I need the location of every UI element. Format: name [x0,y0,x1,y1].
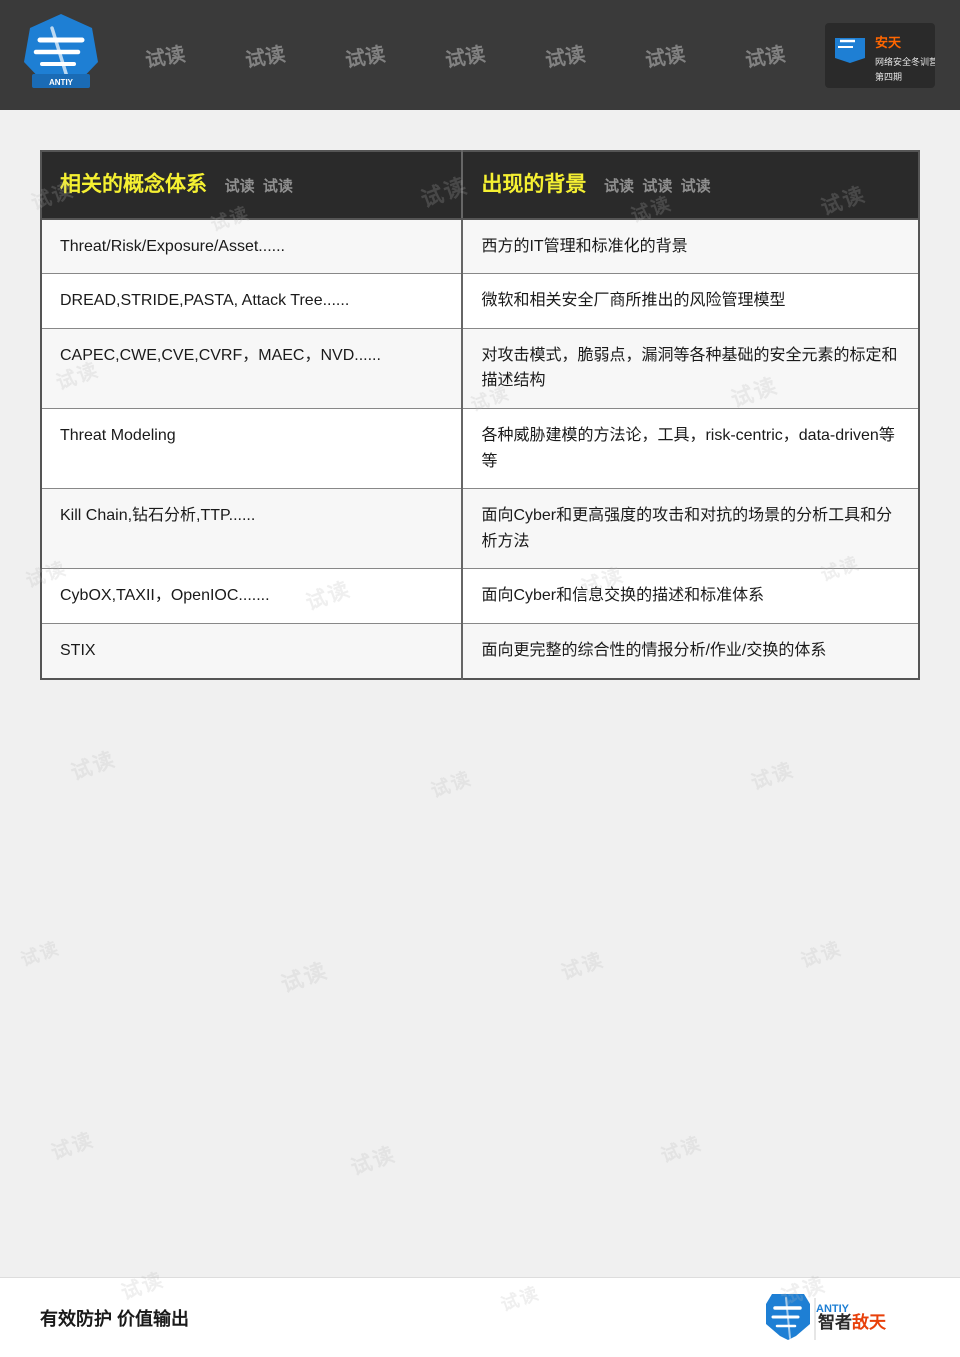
header-left-watermarks: 试读 试读 [225,178,293,195]
header-label-right: 出现的背景 [481,173,586,196]
left-text-7: STIX [60,642,96,659]
header: ANTIY 试读 试读 试读 试读 试读 试读 试读 安天 网络安全冬训营 第四… [0,0,960,110]
table-row: STIX 面向更完整的综合性的情报分析/作业/交换的体系 [41,623,919,678]
left-text-1: Threat/Risk/Exposure/Asset...... [60,238,285,255]
right-text-1: 西方的IT管理和标准化的背景 [481,238,687,255]
antiy-logo-icon: ANTIY [20,10,102,92]
table-header-row: 相关的概念体系 试读 试读 出现的背景 试读 试读 试读 [41,151,919,219]
table-row: Threat Modeling 各种威胁建模的方法论，工具，risk-centr… [41,408,919,488]
table-cell-left-6: CybOX,TAXII，OpenIOC....... [41,569,462,624]
watermark: 试读 [46,1123,97,1165]
header-watermark: 试读 [343,37,387,73]
right-text-6: 面向Cyber和信息交换的描述和标准体系 [481,587,764,604]
watermark: 试读 [17,934,63,972]
header-cell-left: 相关的概念体系 试读 试读 [41,151,462,219]
table-cell-right-1: 西方的IT管理和标准化的背景 [462,219,919,274]
header-logo: ANTIY [20,10,110,100]
footer-antiy-logo-icon: ANTIY 智者 敌天 [760,1290,920,1345]
footer: 有效防护 价值输出 ANTIY 智者 敌天 [0,1277,960,1357]
right-text-7: 面向更完整的综合性的情报分析/作业/交换的体系 [481,642,826,659]
svg-text:网络安全冬训营: 网络安全冬训营 [875,56,935,67]
right-text-5: 面向Cyber和更高强度的攻击和对抗的场景的分析工具和分析方法 [481,507,892,550]
table-row: Kill Chain,钻石分析,TTP...... 面向Cyber和更高强度的攻… [41,489,919,569]
watermark: 试读 [797,934,846,974]
table-cell-right-6: 面向Cyber和信息交换的描述和标准体系 [462,569,919,624]
table-cell-right-5: 面向Cyber和更高强度的攻击和对抗的场景的分析工具和分析方法 [462,489,919,569]
right-text-3: 对攻击模式，脆弱点，漏洞等各种基础的安全元素的标定和描述结构 [481,347,897,390]
table-cell-left-2: DREAD,STRIDE,PASTA, Attack Tree...... [41,274,462,329]
footer-tagline: 有效防护 价值输出 [40,1305,189,1331]
right-badge-icon: 安天 网络安全冬训营 第四期 [825,23,935,88]
left-text-4: Threat Modeling [60,427,176,444]
footer-logo: ANTIY 智者 敌天 [760,1290,920,1345]
left-text-3: CAPEC,CWE,CVE,CVRF，MAEC，NVD...... [60,347,381,364]
header-right-logo: 安天 网络安全冬训营 第四期 [820,20,940,90]
table-cell-right-7: 面向更完整的综合性的情报分析/作业/交换的体系 [462,623,919,678]
svg-text:安天: 安天 [875,35,902,50]
header-label-left: 相关的概念体系 [60,173,207,196]
table-cell-right-4: 各种威胁建模的方法论，工具，risk-centric，data-driven等等 [462,408,919,488]
watermark: 试读 [346,1138,399,1182]
header-watermark: 试读 [743,37,787,73]
left-text-6: CybOX,TAXII，OpenIOC....... [60,587,270,604]
table-cell-left-5: Kill Chain,钻石分析,TTP...... [41,489,462,569]
table-row: CybOX,TAXII，OpenIOC....... 面向Cyber和信息交换的… [41,569,919,624]
header-watermark: 试读 [643,37,687,73]
header-right-watermarks: 试读 试读 试读 [604,178,711,195]
header-cell-right: 出现的背景 试读 试读 试读 [462,151,919,219]
watermark: 试读 [427,764,476,804]
svg-text:ANTIY: ANTIY [49,78,74,87]
watermark: 试读 [746,753,797,795]
table-row: DREAD,STRIDE,PASTA, Attack Tree...... 微软… [41,274,919,329]
main-table: 相关的概念体系 试读 试读 出现的背景 试读 试读 试读 Threat/Risk… [40,150,920,680]
watermark: 试读 [66,743,119,787]
left-text-2: DREAD,STRIDE,PASTA, Attack Tree...... [60,292,349,309]
right-text-2: 微软和相关安全厂商所推出的风险管理模型 [481,292,785,309]
table-cell-left-7: STIX [41,623,462,678]
watermark: 试读 [556,943,607,985]
header-watermark: 试读 [143,37,187,73]
header-watermark: 试读 [243,37,287,73]
table-cell-left-4: Threat Modeling [41,408,462,488]
left-text-5: Kill Chain,钻石分析,TTP...... [60,507,255,524]
table-cell-right-2: 微软和相关安全厂商所推出的风险管理模型 [462,274,919,329]
table-cell-left-1: Threat/Risk/Exposure/Asset...... [41,219,462,274]
svg-text:敌天: 敌天 [852,1312,887,1332]
right-text-4: 各种威胁建模的方法论，工具，risk-centric，data-driven等等 [481,427,894,470]
header-watermark: 试读 [543,37,587,73]
header-watermark: 试读 [443,37,487,73]
watermark: 试读 [657,1129,706,1169]
svg-text:第四期: 第四期 [875,71,902,82]
table-row: Threat/Risk/Exposure/Asset...... 西方的IT管理… [41,219,919,274]
table-row: CAPEC,CWE,CVE,CVRF，MAEC，NVD...... 对攻击模式，… [41,328,919,408]
table-cell-right-3: 对攻击模式，脆弱点，漏洞等各种基础的安全元素的标定和描述结构 [462,328,919,408]
svg-text:智者: 智者 [818,1312,852,1332]
table-cell-left-3: CAPEC,CWE,CVE,CVRF，MAEC，NVD...... [41,328,462,408]
watermark: 试读 [276,953,332,999]
header-watermarks: 试读 试读 试读 试读 试读 试读 试读 [110,41,820,70]
content-area: 相关的概念体系 试读 试读 出现的背景 试读 试读 试读 Threat/Risk… [0,110,960,700]
